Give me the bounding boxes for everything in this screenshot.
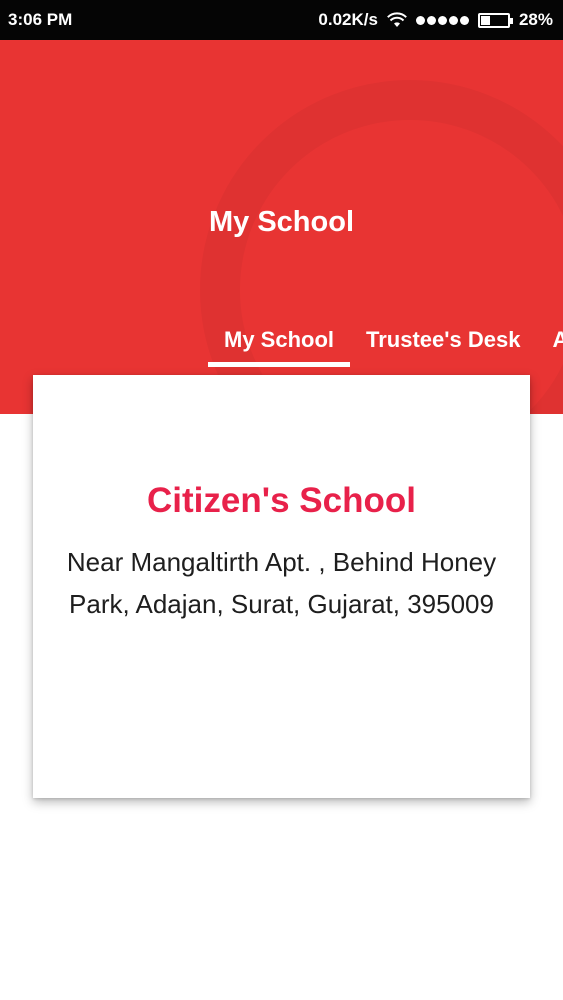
battery-icon xyxy=(477,12,513,28)
network-speed: 0.02K/s xyxy=(318,10,378,29)
tab-label: A xyxy=(552,326,563,352)
tab-trustees-desk[interactable]: Trustee's Desk xyxy=(350,312,536,367)
school-info-card: Citizen's School Near Mangaltirth Apt. ,… xyxy=(33,375,530,798)
tab-partial[interactable]: A xyxy=(536,312,563,367)
tab-bar: My School Trustee's Desk A xyxy=(208,312,563,367)
status-time: 3:06 PM xyxy=(8,10,73,29)
status-bar: 3:06 PM 0.02K/s 28% xyxy=(0,0,563,40)
battery-percent: 28% xyxy=(518,10,553,29)
app-header: My School My School Trustee's Desk A xyxy=(0,40,563,414)
school-name: Citizen's School xyxy=(147,481,416,520)
signal-icon xyxy=(415,15,469,25)
school-address: Near Mangaltirth Apt. , Behind Honey Par… xyxy=(66,547,497,619)
tab-my-school[interactable]: My School xyxy=(208,312,351,367)
tab-label: My School xyxy=(224,326,335,352)
wifi-icon xyxy=(387,12,407,28)
tab-label: Trustee's Desk xyxy=(366,326,521,352)
page-title: My School xyxy=(208,206,354,238)
